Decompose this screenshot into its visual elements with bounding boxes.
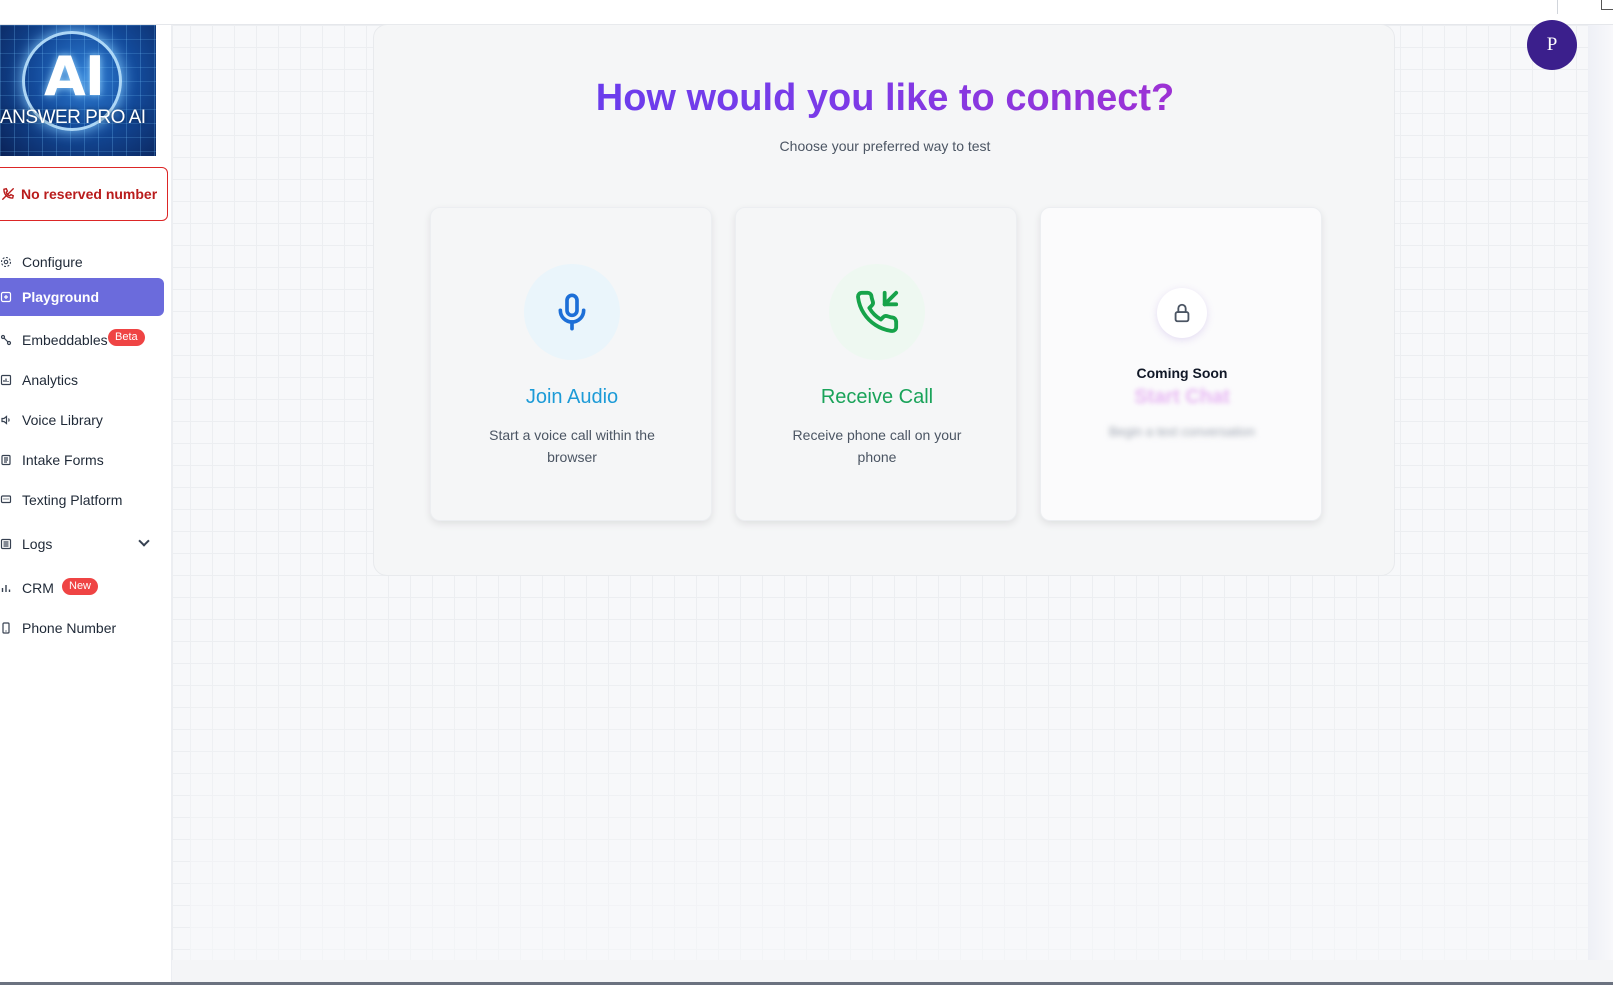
start-chat-title: Start Chat [1134, 386, 1230, 408]
microphone-icon-circle [524, 264, 620, 360]
sidebar-item-voice-library[interactable]: Voice Library [0, 401, 164, 439]
sidebar-item-logs[interactable]: Logs [0, 525, 164, 563]
phone-icon [0, 622, 12, 634]
sidebar-gutter [172, 25, 190, 960]
new-badge: New [62, 578, 99, 595]
sidebar-item-label: Embeddables [22, 332, 108, 348]
phone-off-icon [2, 187, 15, 200]
beta-badge: Beta [108, 329, 145, 346]
sidebar-item-label: Logs [22, 536, 53, 552]
sidebar-item-configure[interactable]: Configure [0, 243, 164, 281]
nodes-icon [0, 334, 12, 346]
phone-icon-circle [829, 264, 925, 360]
list-icon [0, 538, 12, 550]
receive-call-description: Receive phone call on your phone [792, 427, 962, 465]
reserved-number-alert[interactable]: No reserved number [0, 167, 168, 221]
join-audio-card[interactable]: Join Audio Start a voice call within the… [430, 207, 712, 521]
coming-soon-label: Coming Soon [1136, 365, 1228, 381]
avatar[interactable]: P [1527, 20, 1577, 70]
speaker-icon [0, 414, 12, 426]
sidebar-item-label: Phone Number [22, 620, 117, 636]
sidebar-item-label: Texting Platform [22, 492, 123, 508]
sidebar-item-intake-forms[interactable]: Intake Forms [0, 441, 164, 479]
topbar-divider [1557, 0, 1558, 14]
sidebar-item-texting-platform[interactable]: Texting Platform [0, 481, 164, 519]
start-chat-description: Begin a text conversation [1109, 424, 1255, 439]
page-title: How would you like to connect? [374, 77, 1396, 120]
chevron-down-icon[interactable] [138, 535, 150, 547]
lock-icon-circle [1157, 288, 1207, 338]
message-icon [0, 494, 12, 506]
bars-icon [0, 582, 12, 594]
sidebar-item-label: Configure [22, 254, 83, 270]
page-subtitle: Choose your preferred way to test [779, 138, 991, 154]
sidebar-item-phone-number[interactable]: Phone Number [0, 609, 164, 647]
sidebar-item-playground[interactable]: Playground [0, 278, 164, 316]
microphone-icon [558, 293, 586, 331]
lock-icon [1174, 303, 1190, 323]
start-chat-card: Coming Soon Start Chat Begin a text conv… [1040, 207, 1322, 521]
reserved-number-label: No reserved number [21, 186, 158, 202]
chart-icon [0, 374, 12, 386]
sidebar: AI ANSWER PRO AI No reserved number Conf… [0, 25, 172, 982]
gear-icon [0, 256, 12, 268]
plus-square-icon [0, 291, 12, 303]
join-audio-title: Join Audio [525, 386, 619, 408]
connection-panel: How would you like to connect? Choose yo… [373, 24, 1395, 576]
sidebar-item-label: CRM [22, 580, 54, 596]
phone-incoming-icon [856, 290, 899, 333]
logo-text: ANSWER PRO AI [0, 107, 146, 128]
browser-top-bar [0, 0, 1613, 25]
logo-mark: AI [44, 45, 105, 108]
sidebar-item-label: Analytics [22, 372, 79, 388]
receive-call-title: Receive Call [820, 386, 934, 408]
sidebar-item-analytics[interactable]: Analytics [0, 361, 164, 399]
sidebar-item-label: Intake Forms [22, 452, 104, 468]
background-fade [190, 625, 1588, 960]
right-edge [1588, 25, 1613, 960]
logo[interactable]: AI ANSWER PRO AI [0, 25, 156, 156]
window-corner-icon[interactable] [1601, 0, 1613, 10]
sidebar-item-label: Playground [22, 289, 100, 305]
receive-call-card[interactable]: Receive Call Receive phone call on your … [735, 207, 1017, 521]
sidebar-item-label: Voice Library [22, 412, 103, 428]
join-audio-description: Start a voice call within the browser [489, 427, 655, 465]
document-icon [0, 454, 12, 466]
